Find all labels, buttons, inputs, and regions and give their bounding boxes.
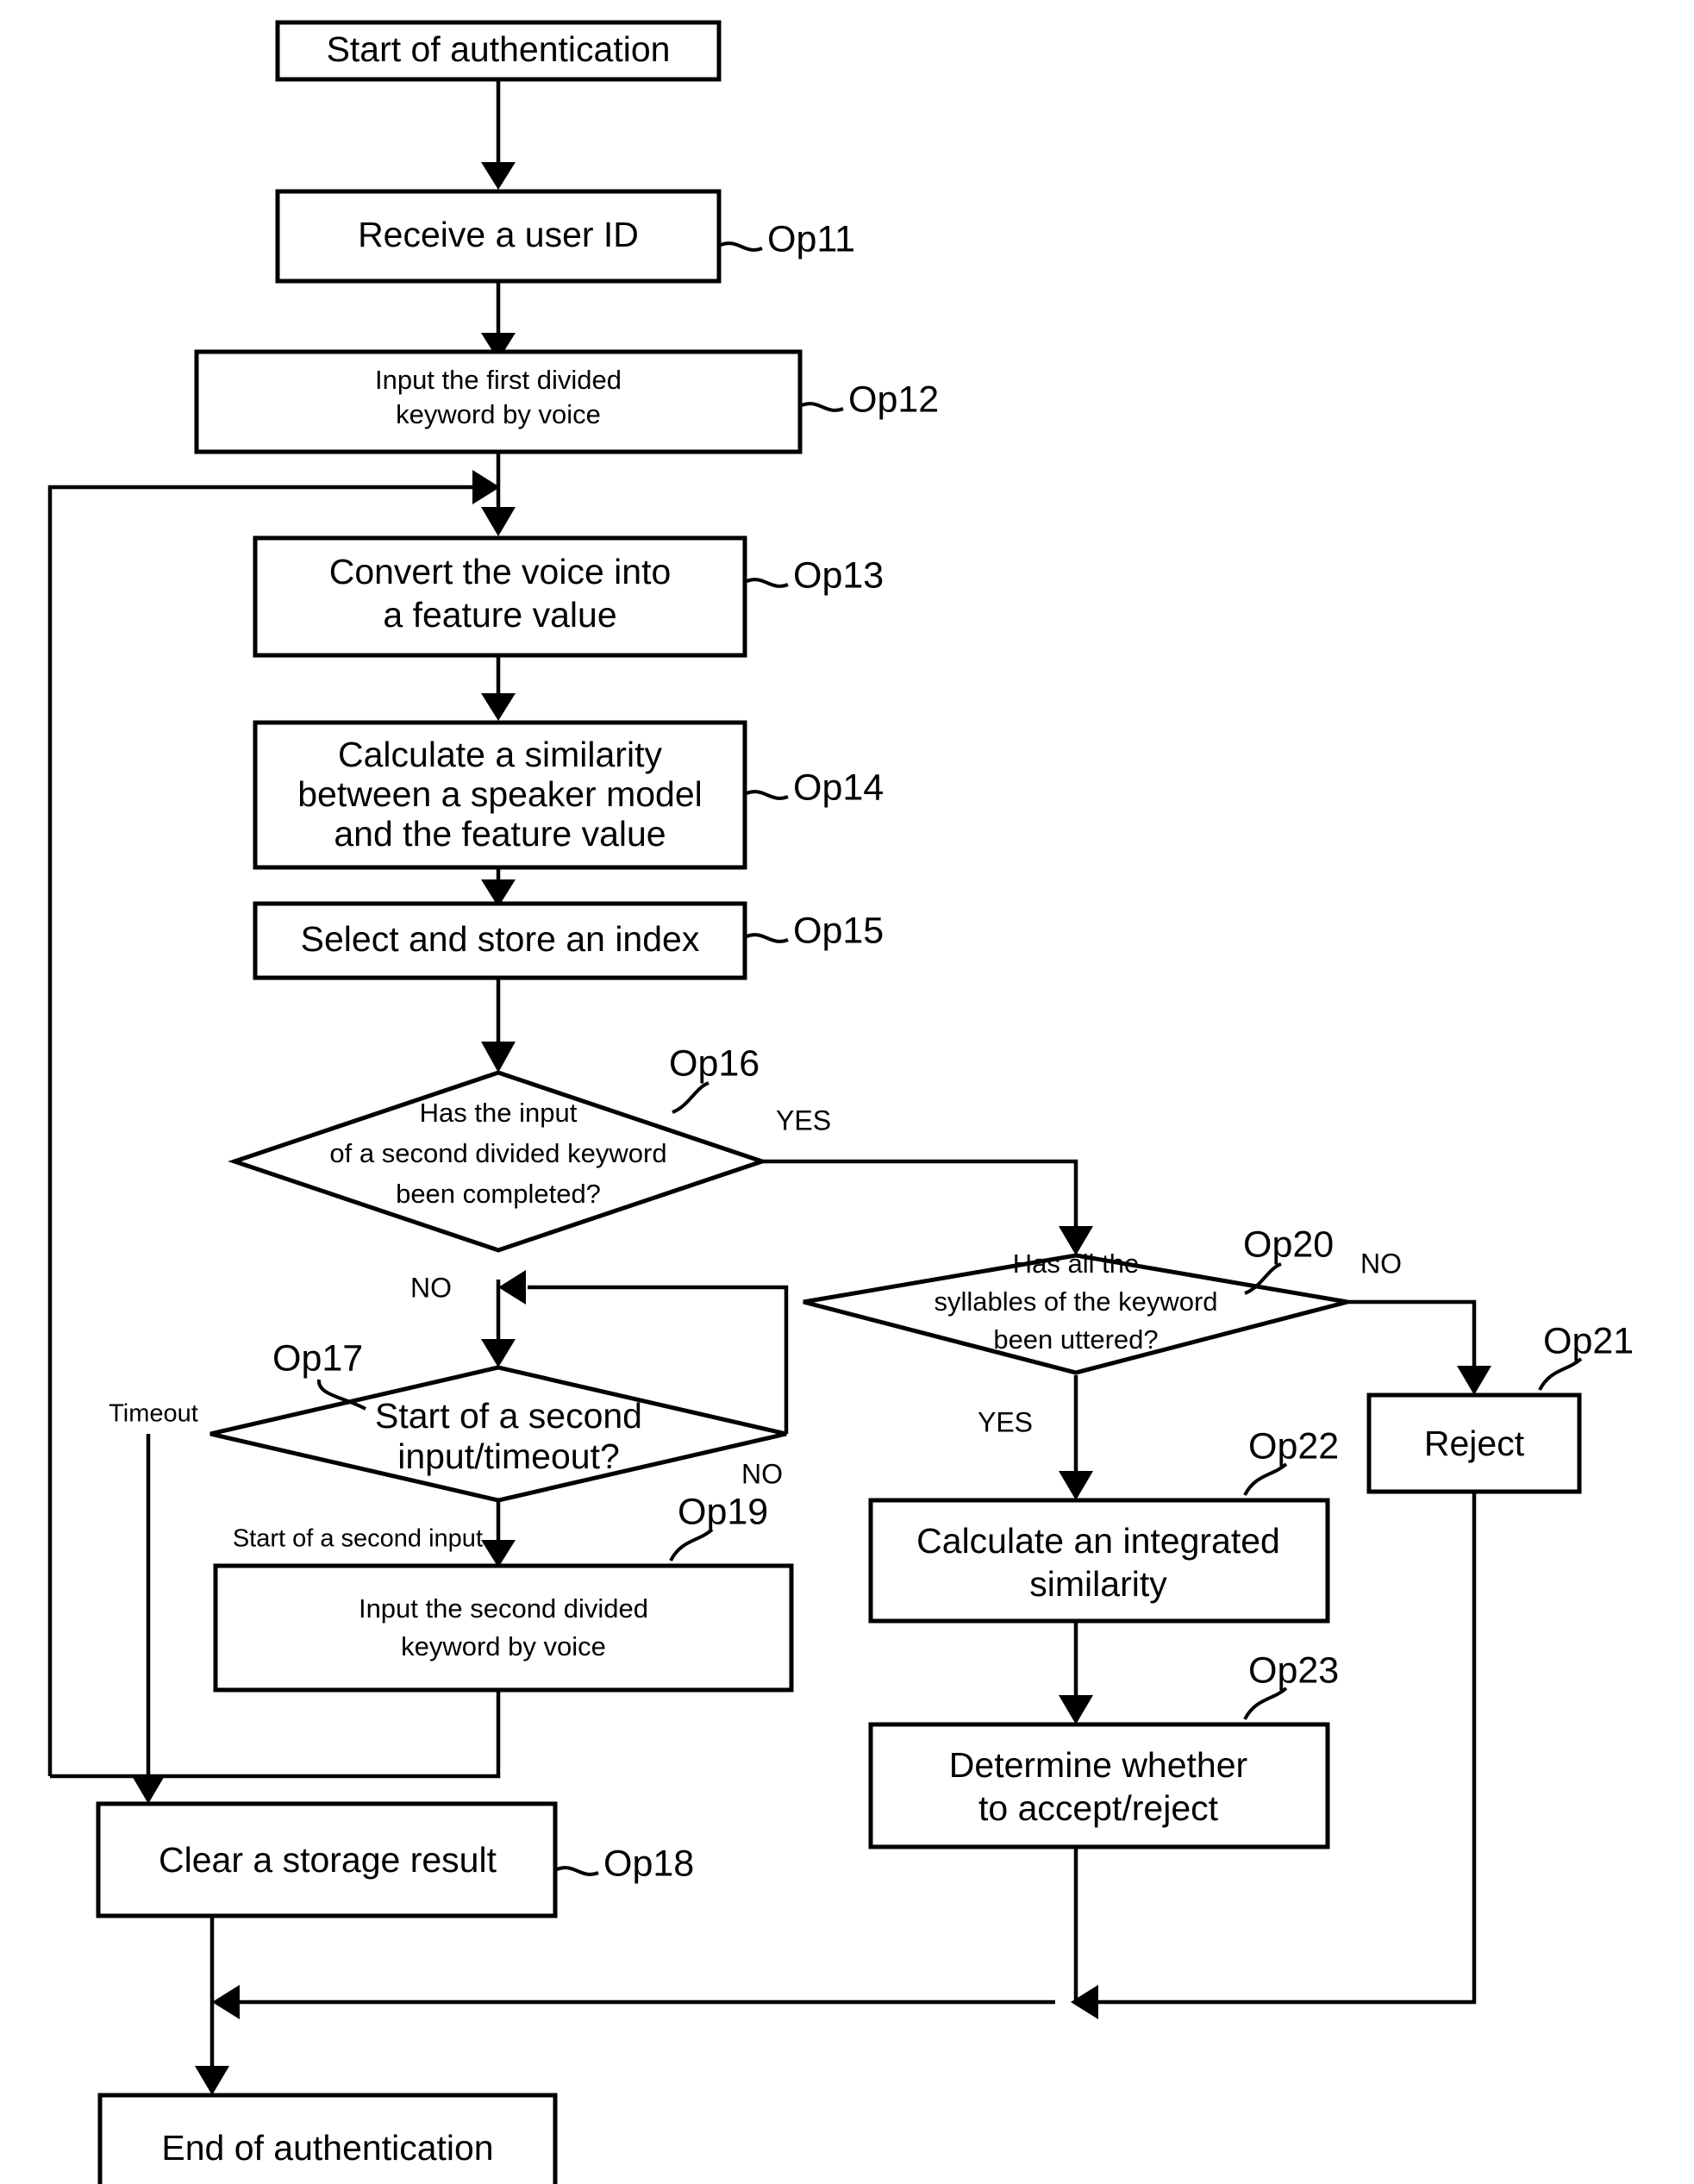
node-op19-line2: keyword by voice: [401, 1631, 606, 1661]
leader-op21: Op21: [1538, 1320, 1634, 1391]
edge-op20-no-to-op21: [1347, 1299, 1477, 1367]
flowchart-canvas: Start of authentication Receive a user I…: [0, 0, 1694, 2184]
node-op23-line2: to accept/reject: [978, 1788, 1219, 1828]
node-op15-tag: Op15: [793, 910, 884, 951]
edge-op19-to-loopback: [50, 1690, 501, 1779]
node-op13-tag: Op13: [793, 554, 884, 596]
arrowhead-op13: [481, 507, 516, 536]
node-op20-line3: been uttered?: [993, 1324, 1158, 1355]
node-op14-line2: between a speaker model: [297, 774, 703, 814]
node-op18-label: Clear a storage result: [159, 1840, 497, 1880]
node-op14: Calculate a similarity between a speaker…: [253, 720, 747, 870]
node-op22-line2: similarity: [1029, 1564, 1167, 1604]
node-op23: Determine whether to accept/reject: [868, 1722, 1330, 1849]
node-op21-label: Reject: [1424, 1424, 1525, 1463]
arrowhead-op23: [1059, 1695, 1093, 1724]
leader-op14: Op14: [746, 767, 884, 808]
leader-op16: Op16: [669, 1042, 759, 1114]
node-op22-line1: Calculate an integrated: [916, 1521, 1280, 1561]
node-op11-label: Receive a user ID: [358, 215, 639, 254]
node-op20-line1: Has all the: [1013, 1248, 1139, 1279]
arrowhead-loopback-merge: [472, 470, 500, 504]
arrowhead-op17-no-loop: [498, 1270, 526, 1305]
node-start-label: Start of authentication: [327, 29, 671, 69]
node-op23-line1: Determine whether: [949, 1745, 1247, 1785]
node-op19-tag: Op19: [678, 1491, 768, 1532]
leader-op22: Op22: [1243, 1425, 1339, 1496]
edge-label-op17-timeout: Timeout: [109, 1400, 198, 1428]
arrowhead-op22: [1059, 1471, 1093, 1500]
edge-op16-yes-to-op20: [762, 1159, 1078, 1228]
node-end-label: End of authentication: [161, 2128, 493, 2168]
arrowhead-op21: [1457, 1366, 1491, 1395]
arrowhead-op14: [481, 693, 516, 721]
node-op13-line1: Convert the voice into: [329, 552, 672, 591]
edge-label-op17-start-second-input: Start of a second input: [233, 1525, 483, 1553]
node-end: End of authentication: [97, 2093, 558, 2184]
node-op16-tag: Op16: [669, 1042, 759, 1084]
node-op20-tag: Op20: [1243, 1223, 1334, 1265]
node-op14-tag: Op14: [793, 767, 884, 808]
node-start: Start of authentication: [275, 20, 722, 82]
node-op19: Input the second divided keyword by voic…: [213, 1563, 794, 1693]
leader-op18: Op18: [556, 1843, 694, 1884]
leader-op12: Op12: [801, 379, 939, 420]
node-op22-tag: Op22: [1248, 1425, 1339, 1467]
arrowhead-op16: [481, 1042, 516, 1073]
node-op21: Reject: [1366, 1392, 1582, 1494]
edge-label-op16-yes: YES: [776, 1105, 831, 1136]
leader-op11: Op11: [720, 218, 855, 260]
node-op20-line2: syllables of the keyword: [934, 1286, 1217, 1317]
node-op11-tag: Op11: [767, 218, 855, 260]
node-op16: Has the input of a second divided keywor…: [228, 1070, 769, 1253]
node-op17-line2: input/timeout?: [397, 1436, 620, 1476]
node-op15-label: Select and store an index: [301, 919, 700, 959]
node-op13-line2: a feature value: [383, 595, 616, 635]
node-op18: Clear a storage result: [96, 1801, 558, 1918]
node-op23-tag: Op23: [1248, 1649, 1339, 1691]
node-op14-line1: Calculate a similarity: [338, 735, 662, 774]
edge-label-op16-no: NO: [410, 1272, 452, 1303]
node-op17: Start of a second input/timeout?: [209, 1365, 787, 1503]
leader-op13: Op13: [746, 554, 884, 596]
edge-label-op17-no: NO: [741, 1458, 783, 1489]
edge-label-op20-no: NO: [1360, 1248, 1402, 1279]
node-op13: Convert the voice into a feature value: [253, 535, 747, 658]
leader-op15: Op15: [746, 910, 884, 951]
node-op11: Receive a user ID: [275, 189, 722, 284]
arrowhead-bottom-merge-left: [212, 1985, 240, 2019]
node-op20: Has all the syllables of the keyword bee…: [803, 1248, 1348, 1375]
node-op18-tag: Op18: [603, 1843, 694, 1884]
node-op19-line1: Input the second divided: [359, 1593, 648, 1624]
flowchart-svg: Start of authentication Receive a user I…: [47, 20, 1634, 2184]
node-op17-line1: Start of a second: [375, 1396, 642, 1436]
node-op16-line3: been completed?: [396, 1179, 601, 1209]
arrowhead-op19: [481, 1540, 516, 1568]
node-op21-tag: Op21: [1543, 1320, 1634, 1361]
leader-op20: Op20: [1243, 1223, 1334, 1295]
node-op12-line2: keyword by voice: [396, 399, 601, 429]
edge-label-op20-yes: YES: [978, 1406, 1033, 1437]
node-op16-line2: of a second divided keyword: [329, 1138, 666, 1168]
node-op14-line3: and the feature value: [334, 814, 666, 854]
leader-op17: Op17: [272, 1337, 366, 1411]
arrowhead-op11: [481, 162, 516, 190]
node-op15: Select and store an index: [253, 901, 747, 980]
arrowhead-op18: [131, 1774, 166, 1804]
leader-op19: Op19: [669, 1491, 768, 1561]
arrowhead-end: [195, 2066, 229, 2095]
node-op12-line1: Input the first divided: [375, 365, 622, 395]
leader-op23: Op23: [1243, 1649, 1339, 1720]
node-op17-tag: Op17: [272, 1337, 363, 1379]
node-op12-tag: Op12: [848, 379, 939, 420]
node-op16-line1: Has the input: [420, 1098, 578, 1128]
arrowhead-op17: [481, 1339, 516, 1367]
node-op12: Input the first divided keyword by voice: [194, 349, 803, 454]
node-op22: Calculate an integrated similarity: [868, 1498, 1330, 1624]
